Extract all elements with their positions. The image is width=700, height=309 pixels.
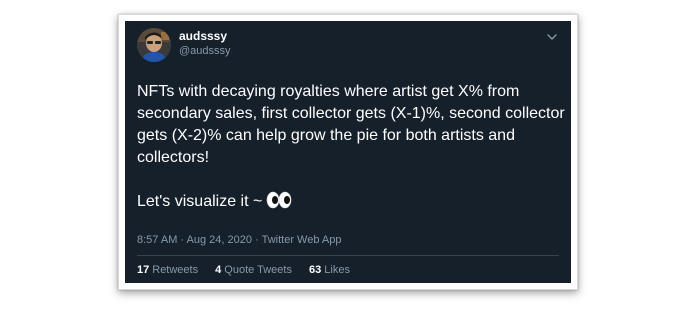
meta-separator: · (255, 234, 259, 246)
retweets-count: 17 (137, 264, 150, 276)
tweet-stats: 17 Retweets 4 Quote Tweets 63 Likes (137, 263, 364, 277)
tweet-text-paragraph-2: Let's visualize it ~ (137, 191, 567, 213)
display-name[interactable]: audsssy (179, 29, 227, 43)
tweet-text: NFTs with decaying royalties where artis… (137, 81, 567, 213)
quote-tweets-label: Quote Tweets (224, 264, 292, 276)
retweets-stat[interactable]: 17 Retweets (137, 264, 198, 276)
quote-tweets-count: 4 (215, 264, 222, 276)
screenshot-frame: audsssy @audsssy NFTs with decaying roya… (118, 14, 578, 290)
tweet-card[interactable]: audsssy @audsssy NFTs with decaying roya… (125, 21, 571, 283)
tweet-date[interactable]: Aug 24, 2020 (187, 234, 252, 246)
tweet-timestamp: 8:57 AM · Aug 24, 2020 · Twitter Web App (137, 233, 341, 247)
tweet-text-line: Let's visualize it ~ (137, 193, 263, 210)
avatar-image (137, 28, 171, 62)
likes-stat[interactable]: 63 Likes (309, 264, 350, 276)
tweet-text-paragraph: NFTs with decaying royalties where artis… (137, 83, 565, 166)
quote-tweets-stat[interactable]: 4 Quote Tweets (215, 264, 292, 276)
likes-count: 63 (309, 264, 322, 276)
avatar[interactable] (137, 28, 171, 62)
page: audsssy @audsssy NFTs with decaying roya… (0, 0, 700, 309)
eyes-emoji-icon (267, 191, 292, 209)
divider (137, 255, 559, 256)
tweet-source[interactable]: Twitter Web App (262, 234, 342, 246)
retweets-label: Retweets (152, 264, 199, 276)
meta-separator: · (180, 234, 185, 246)
tweet-time[interactable]: 8:57 AM (137, 234, 177, 246)
likes-label: Likes (324, 264, 350, 276)
user-handle[interactable]: @audsssy (179, 44, 231, 58)
chevron-down-icon[interactable] (545, 30, 559, 44)
